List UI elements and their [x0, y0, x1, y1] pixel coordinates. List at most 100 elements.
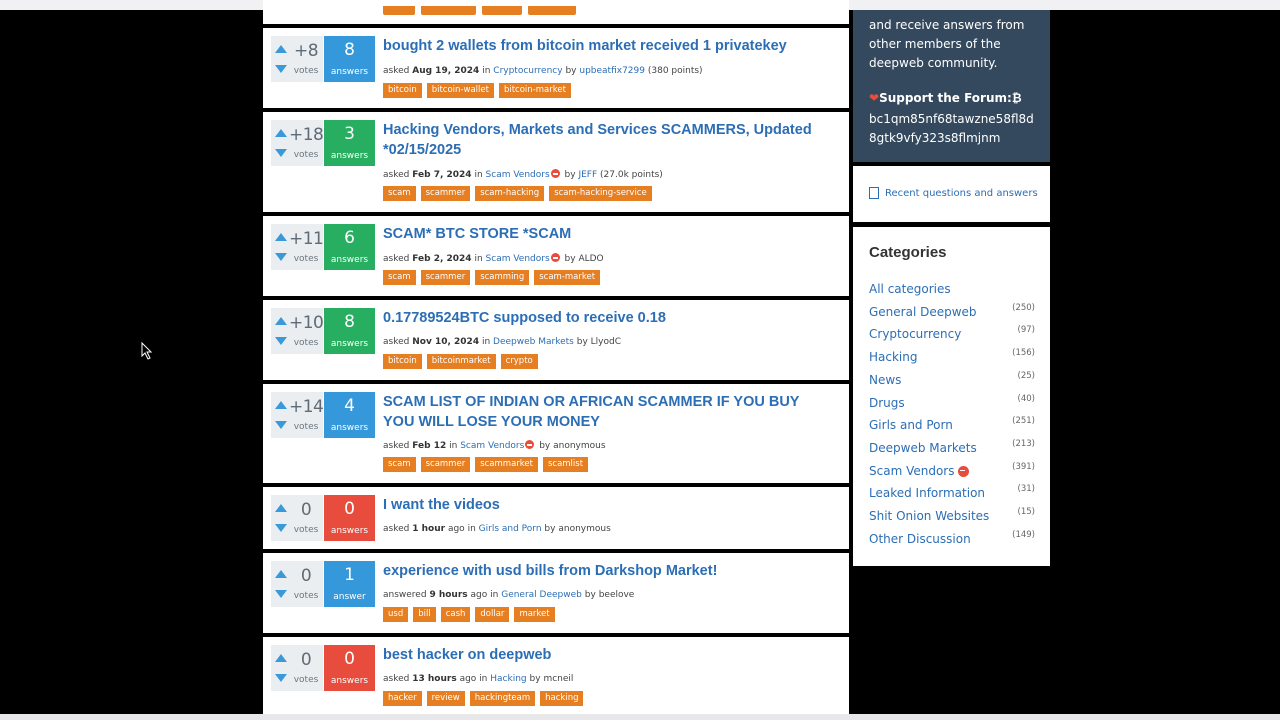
tag[interactable]: bill	[413, 607, 436, 622]
category-name[interactable]: Leaked Information	[869, 486, 985, 500]
tag[interactable]: bitcoinmarket	[426, 354, 496, 369]
tag[interactable]: bitcoin-wallet	[426, 83, 494, 98]
vote-down-icon[interactable]	[275, 524, 287, 532]
tag[interactable]: scammarket	[475, 457, 538, 472]
category-link[interactable]: Shit Onion Websites	[869, 509, 989, 523]
tag[interactable]: scam	[383, 186, 416, 201]
question-title-link[interactable]: bought 2 wallets from bitcoin market rec…	[383, 36, 833, 56]
question-title-link[interactable]: Hacking Vendors, Markets and Services SC…	[383, 120, 833, 160]
vote-down-icon[interactable]	[275, 421, 287, 429]
category-link[interactable]: Drugs	[869, 396, 905, 410]
tag[interactable]: bitcoin	[383, 83, 422, 98]
category-item[interactable]: All categories	[869, 282, 1035, 302]
vote-up-icon[interactable]	[275, 129, 287, 137]
meta-category-link[interactable]: Girls and Porn	[479, 524, 542, 534]
category-name[interactable]: News	[869, 373, 901, 387]
meta-category-link[interactable]: Scam Vendors	[460, 441, 524, 451]
tag[interactable]	[383, 6, 415, 15]
category-item[interactable]: News (25)	[869, 371, 1035, 393]
tag[interactable]: scam-market	[534, 270, 601, 285]
category-link[interactable]: Leaked Information	[869, 486, 985, 500]
tag[interactable]: usd	[383, 607, 409, 622]
category-name[interactable]: All categories	[869, 282, 951, 296]
vote-up-icon[interactable]	[275, 233, 287, 241]
category-link[interactable]: Cryptocurrency	[869, 327, 961, 341]
tag[interactable]	[421, 6, 476, 15]
vote-down-icon[interactable]	[275, 253, 287, 261]
question-title-link[interactable]: SCAM* BTC STORE *SCAM	[383, 224, 833, 244]
category-item[interactable]: Girls and Porn (251)	[869, 416, 1035, 438]
tag[interactable]	[528, 6, 576, 15]
category-name[interactable]: Hacking	[869, 350, 917, 364]
question-title-link[interactable]: I want the videos	[383, 495, 833, 515]
tag[interactable]: scam	[383, 457, 416, 472]
category-item[interactable]: Drugs (40)	[869, 394, 1035, 416]
tag[interactable]: cash	[440, 607, 471, 622]
question-title-link[interactable]: 0.17789524BTC supposed to receive 0.18	[383, 308, 833, 328]
tag[interactable]	[482, 6, 522, 15]
category-link[interactable]: Scam Vendors	[869, 464, 971, 478]
tag[interactable]: crypto	[500, 354, 538, 369]
category-name[interactable]: Cryptocurrency	[869, 327, 961, 341]
tag[interactable]: scam-hacking	[475, 186, 545, 201]
category-item[interactable]: General Deepweb (250)	[869, 303, 1035, 325]
tag[interactable]: market	[514, 607, 555, 622]
question-title-link[interactable]: best hacker on deepweb	[383, 645, 833, 665]
meta-user[interactable]: JEFF	[578, 170, 597, 180]
tag[interactable]: bitcoin-market	[498, 83, 571, 98]
question-title-link[interactable]: SCAM LIST OF INDIAN OR AFRICAN SCAMMER I…	[383, 392, 833, 432]
tag[interactable]: scammer	[420, 270, 471, 285]
meta-category-link[interactable]: Scam Vendors	[486, 170, 550, 180]
meta-category-link[interactable]: Scam Vendors	[486, 254, 550, 264]
category-name[interactable]: Scam Vendors	[869, 464, 954, 478]
meta-user[interactable]: upbeatfix7299	[579, 66, 645, 76]
category-name[interactable]: Drugs	[869, 396, 905, 410]
tag[interactable]: scammer	[420, 457, 471, 472]
category-item[interactable]: Scam Vendors (391)	[869, 462, 1035, 484]
meta-category-link[interactable]: Hacking	[490, 674, 526, 684]
category-link[interactable]: Other Discussion	[869, 532, 971, 546]
meta-category-link[interactable]: Cryptocurrency	[493, 66, 562, 76]
btc-address[interactable]: bc1qm85nf68tawzne58fl8d8gtk9vfy323s8flmj…	[869, 110, 1041, 148]
tag[interactable]: scamming	[475, 270, 530, 285]
vote-down-icon[interactable]	[275, 149, 287, 157]
tag[interactable]: scammer	[420, 186, 471, 201]
tag[interactable]: scamlist	[542, 457, 589, 472]
tag[interactable]: dollar	[475, 607, 510, 622]
vote-up-icon[interactable]	[275, 401, 287, 409]
category-item[interactable]: Other Discussion (149)	[869, 530, 1035, 552]
category-link[interactable]: Hacking	[869, 350, 917, 364]
vote-up-icon[interactable]	[275, 570, 287, 578]
vote-down-icon[interactable]	[275, 65, 287, 73]
category-name[interactable]: Deepweb Markets	[869, 441, 977, 455]
recent-questions-link[interactable]: Recent questions and answers	[885, 188, 1038, 199]
tag[interactable]: hackingteam	[469, 691, 536, 706]
vote-up-icon[interactable]	[275, 317, 287, 325]
vote-up-icon[interactable]	[275, 45, 287, 53]
vote-down-icon[interactable]	[275, 590, 287, 598]
meta-category-link[interactable]: General Deepweb	[501, 590, 582, 600]
meta-category-link[interactable]: Deepweb Markets	[493, 337, 574, 347]
category-item[interactable]: Cryptocurrency (97)	[869, 325, 1035, 347]
category-item[interactable]: Shit Onion Websites (15)	[869, 507, 1035, 529]
category-name[interactable]: Shit Onion Websites	[869, 509, 989, 523]
category-link[interactable]: News	[869, 373, 901, 387]
tag[interactable]: hacking	[540, 691, 584, 706]
category-name[interactable]: Girls and Porn	[869, 418, 953, 432]
category-link[interactable]: Girls and Porn	[869, 418, 953, 432]
tag[interactable]: hacker	[383, 691, 422, 706]
category-link[interactable]: All categories	[869, 282, 951, 296]
vote-up-icon[interactable]	[275, 504, 287, 512]
tag[interactable]: review	[426, 691, 465, 706]
tag[interactable]: scam-hacking-service	[549, 186, 652, 201]
category-name[interactable]: Other Discussion	[869, 532, 971, 546]
vote-down-icon[interactable]	[275, 674, 287, 682]
category-link[interactable]: Deepweb Markets	[869, 441, 977, 455]
category-link[interactable]: General Deepweb	[869, 305, 977, 319]
category-item[interactable]: Deepweb Markets (213)	[869, 439, 1035, 461]
tag[interactable]: scam	[383, 270, 416, 285]
question-title-link[interactable]: experience with usd bills from Darkshop …	[383, 561, 833, 581]
vote-down-icon[interactable]	[275, 337, 287, 345]
category-item[interactable]: Hacking (156)	[869, 348, 1035, 370]
tag[interactable]: bitcoin	[383, 354, 422, 369]
